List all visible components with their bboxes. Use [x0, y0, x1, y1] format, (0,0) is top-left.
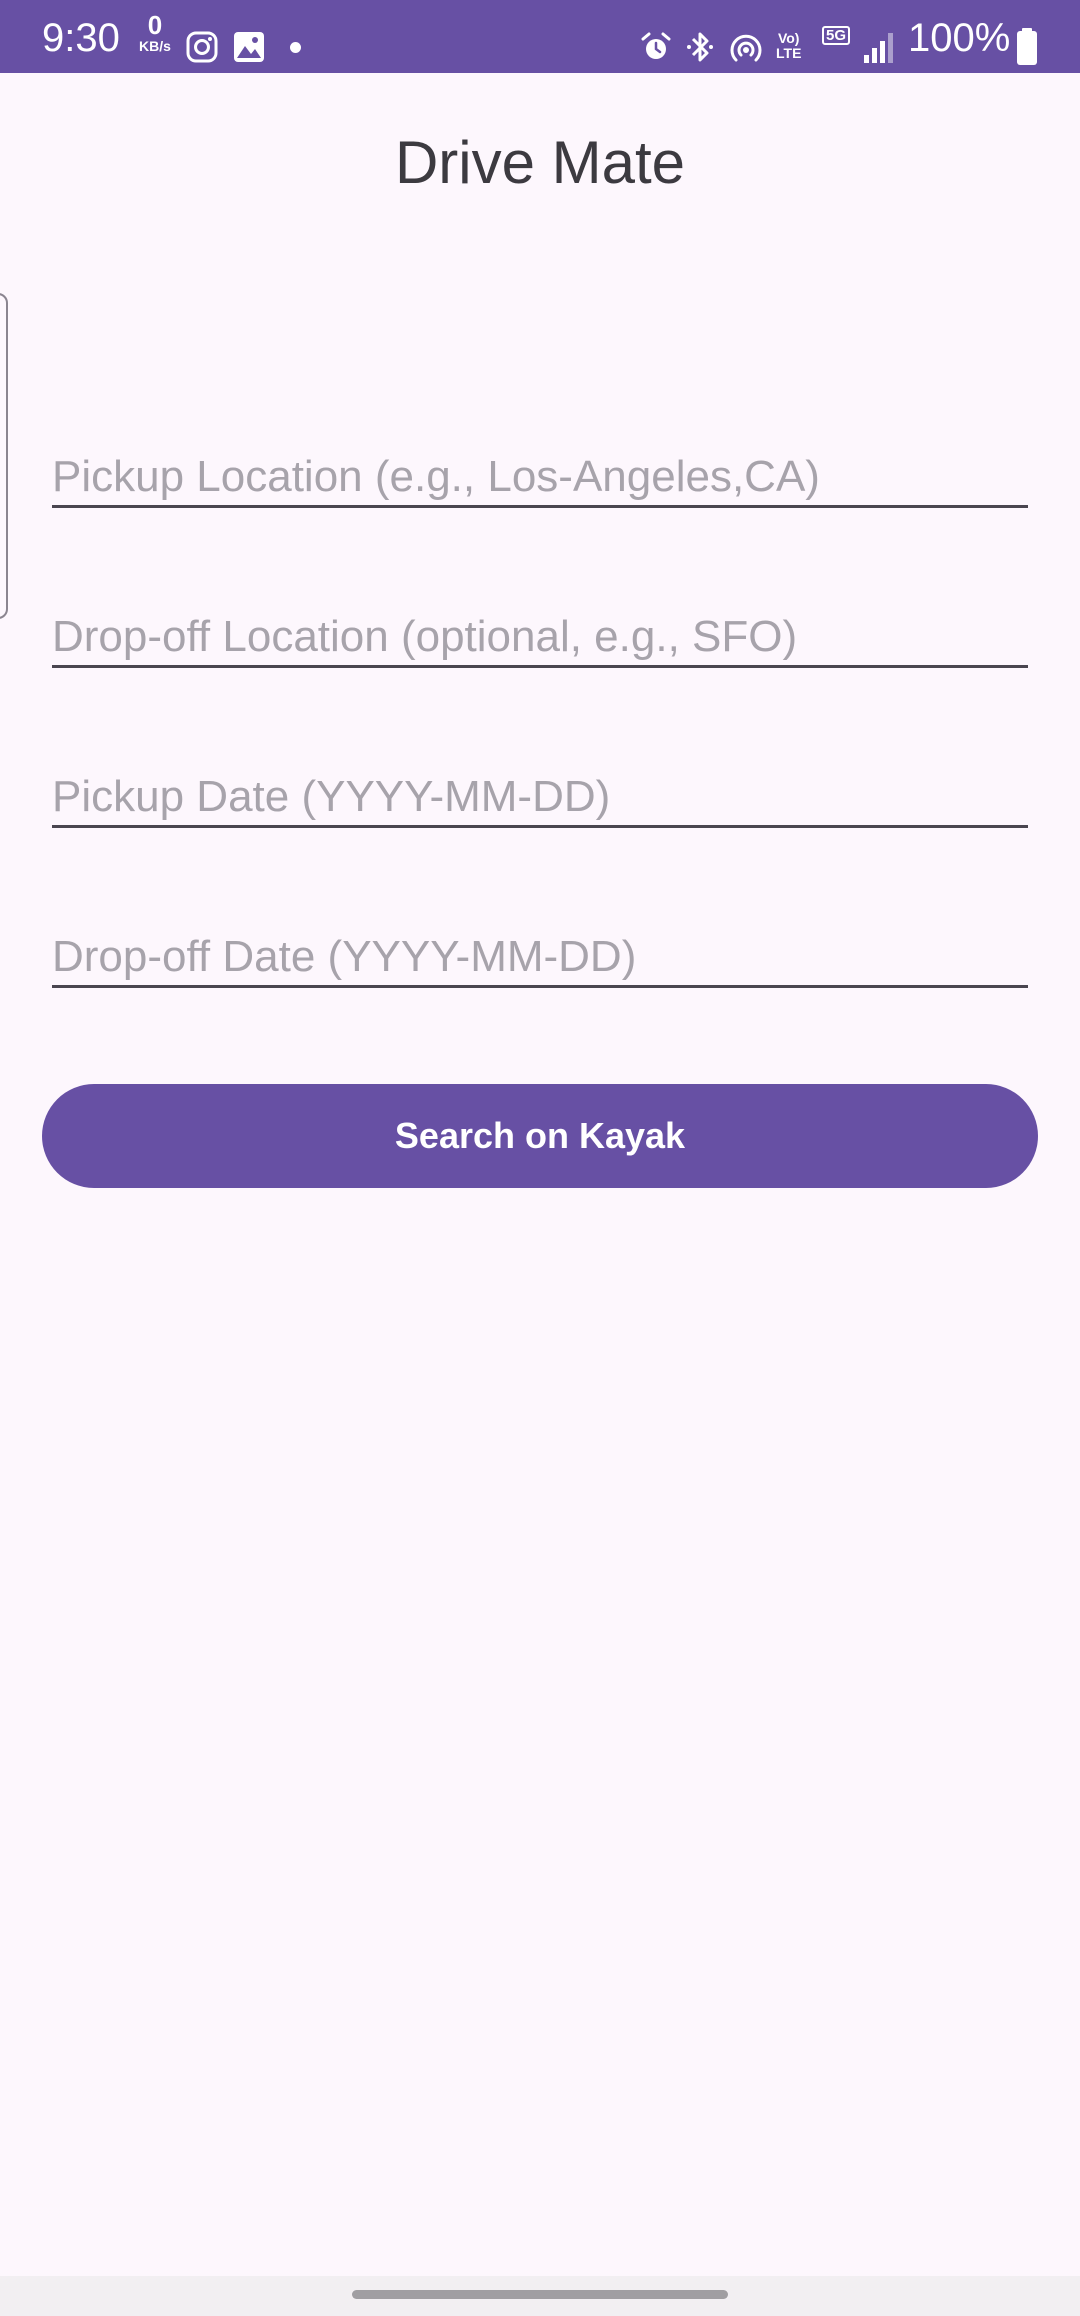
instagram-icon [186, 31, 218, 63]
data-speed-value: 0 [147, 10, 163, 40]
dropoff-date-input[interactable] [52, 918, 1028, 985]
edge-panel-handle[interactable] [0, 293, 8, 619]
5g-icon: 5G [822, 26, 851, 45]
status-time: 9:30 [42, 16, 120, 60]
battery-icon [1017, 28, 1037, 65]
pickup-date-input[interactable] [52, 758, 1028, 825]
battery-percent: 100% [908, 16, 1011, 60]
dropoff-date-field[interactable] [52, 918, 1028, 988]
volte-icon: Vo) LTE [776, 31, 801, 61]
dropoff-location-field[interactable] [52, 598, 1028, 668]
hotspot-icon [730, 34, 762, 62]
bluetooth-icon [687, 32, 713, 62]
pickup-location-field[interactable] [52, 438, 1028, 508]
data-speed-unit: KB/s [139, 38, 171, 54]
notification-dot [290, 42, 301, 53]
volte-label-bottom: LTE [776, 45, 802, 61]
data-speed-indicator: 0 KB/s [135, 12, 175, 53]
dropoff-location-input[interactable] [52, 598, 1028, 665]
search-on-kayak-button[interactable]: Search on Kayak [42, 1084, 1038, 1188]
status-bar: 9:30 0 KB/s Vo) LTE 5G 100% [0, 0, 1080, 73]
home-indicator[interactable] [352, 2290, 728, 2299]
pickup-date-field[interactable] [52, 758, 1028, 828]
alarm-icon [641, 32, 671, 59]
pickup-location-input[interactable] [52, 438, 1028, 505]
signal-icon [864, 33, 893, 63]
navigation-bar [0, 2276, 1080, 2316]
page-title: Drive Mate [394, 129, 686, 196]
volte-label-top: Vo) [777, 30, 800, 46]
gallery-icon [234, 32, 264, 62]
